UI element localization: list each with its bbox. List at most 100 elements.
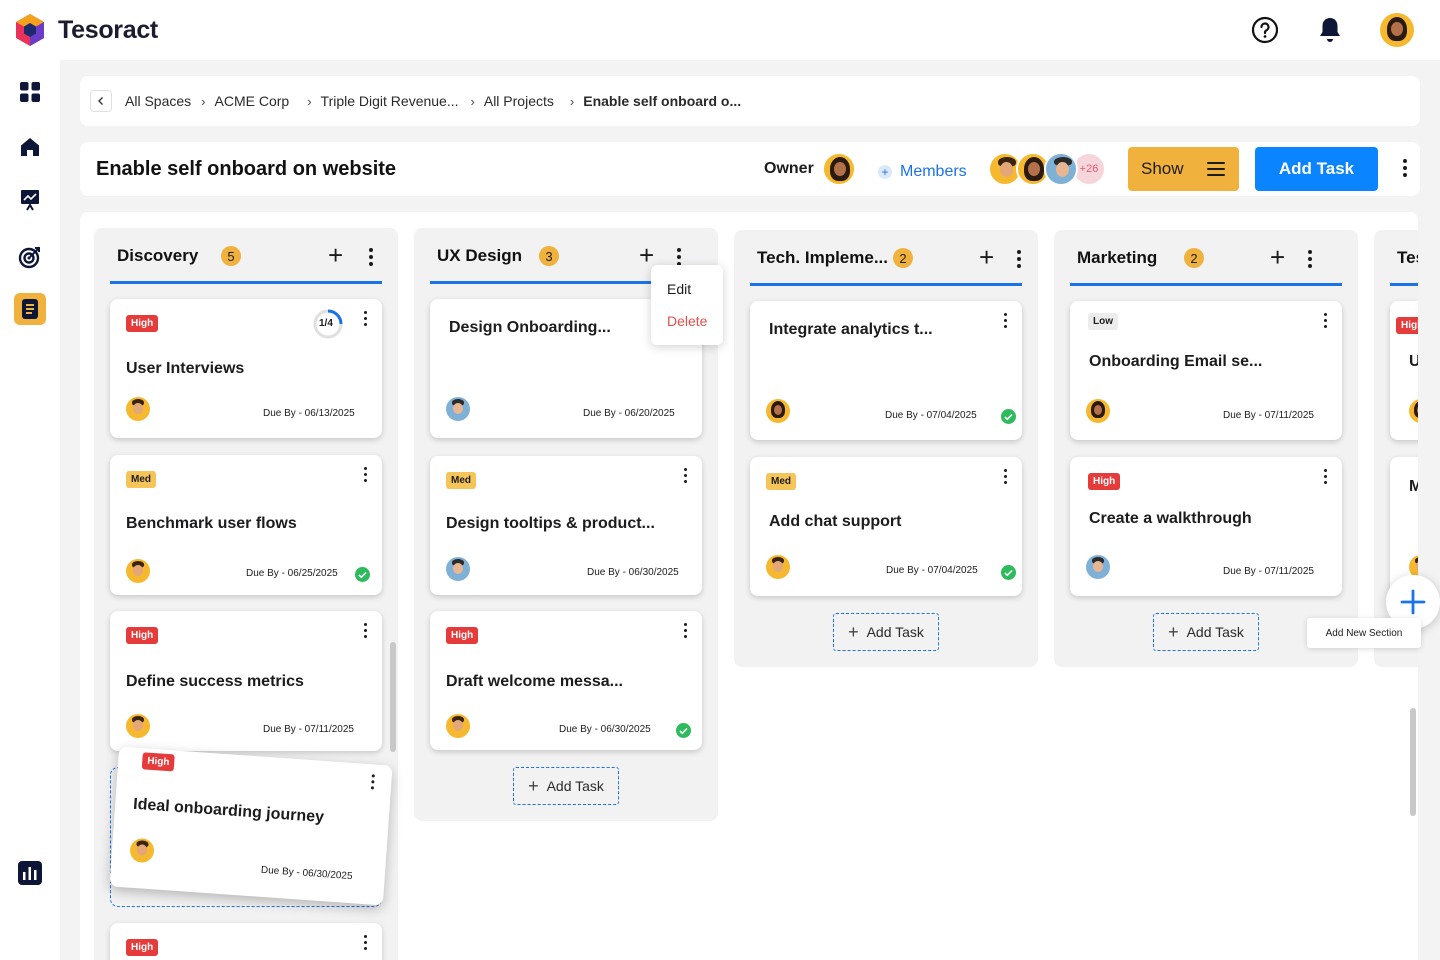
add-task-button[interactable]: + Add Task <box>1153 613 1259 651</box>
owner-avatar[interactable] <box>822 152 856 186</box>
chevron-right-icon: › <box>569 93 575 109</box>
assignee-avatar[interactable] <box>126 397 150 421</box>
owner-label: Owner <box>764 160 814 177</box>
home-icon[interactable] <box>14 131 46 163</box>
breadcrumb-item[interactable]: All Spaces <box>125 93 191 109</box>
assignee-avatar[interactable] <box>1086 399 1110 423</box>
breadcrumb-item[interactable]: All Projects <box>484 93 554 109</box>
card-more-button[interactable] <box>360 467 370 482</box>
column-header: Discovery 5 + <box>110 228 382 284</box>
assignee-avatar[interactable] <box>1409 399 1418 423</box>
column-title: UX Design <box>437 246 523 265</box>
card-title: Design Onboarding... <box>449 319 611 336</box>
breadcrumb-current: Enable self onboard o... <box>583 93 742 109</box>
task-card[interactable]: High <box>110 923 382 960</box>
column-title: Discovery <box>117 246 199 265</box>
add-task-label: Add Task <box>546 778 604 794</box>
analytics-icon[interactable] <box>14 857 46 889</box>
task-card[interactable]: High Draft welcome messa... Due By - 06/… <box>430 611 702 750</box>
assignee-avatar[interactable] <box>766 555 790 579</box>
add-card-icon[interactable]: + <box>1270 244 1285 270</box>
column-more-button[interactable] <box>674 248 684 266</box>
column-tech-implementation: Tech. Impleme... 2 + Integrate analytics… <box>734 230 1038 667</box>
assignee-avatar[interactable] <box>1086 555 1110 579</box>
card-more-button[interactable] <box>360 311 370 326</box>
task-card[interactable]: Med Benchmark user flows Due By - 06/25/… <box>110 455 382 595</box>
kebab-icon <box>1320 313 1330 328</box>
card-more-button[interactable] <box>1000 313 1010 328</box>
plus-icon: + <box>848 621 859 642</box>
bell-icon[interactable] <box>1314 14 1346 46</box>
task-card[interactable]: Integrate analytics t... Due By - 07/04/… <box>750 301 1022 440</box>
column-count-badge: 3 <box>539 246 559 266</box>
dragging-task-card[interactable]: High Ideal onboarding journey Due By - 0… <box>109 746 393 906</box>
card-more-button[interactable] <box>680 468 690 483</box>
due-date: Due By - 07/04/2025 <box>885 410 977 421</box>
app-logo[interactable]: Tesoract <box>14 12 158 48</box>
assignee-avatar[interactable] <box>446 557 470 581</box>
add-task-button[interactable]: Add Task <box>1255 147 1378 191</box>
menu-item-delete[interactable]: Delete <box>667 313 707 329</box>
column-more-button[interactable] <box>1014 250 1024 268</box>
column-count-badge: 5 <box>221 246 241 266</box>
assignee-avatar[interactable] <box>446 397 470 421</box>
assignee-avatar[interactable] <box>766 399 790 423</box>
column-scrollbar[interactable] <box>390 642 396 752</box>
task-card[interactable]: High 1/4 User Interviews Due By - 06/13/… <box>110 299 382 438</box>
card-more-button[interactable] <box>1000 469 1010 484</box>
header-more-button[interactable] <box>1400 159 1410 177</box>
column-title: Testin <box>1397 248 1418 267</box>
board-scrollbar[interactable] <box>1410 708 1416 816</box>
priority-tag: Low <box>1088 313 1118 330</box>
breadcrumb-item[interactable]: ACME Corp <box>215 93 290 109</box>
dashboard-icon[interactable] <box>14 76 46 108</box>
card-more-button[interactable] <box>1320 313 1330 328</box>
help-icon[interactable] <box>1249 14 1281 46</box>
column-header: Tech. Impleme... 2 + <box>750 230 1022 286</box>
add-card-icon[interactable]: + <box>328 242 343 268</box>
card-more-button[interactable] <box>367 774 378 790</box>
menu-item-edit[interactable]: Edit <box>667 281 691 297</box>
card-more-button[interactable] <box>360 623 370 638</box>
completed-check-icon <box>1001 409 1016 424</box>
assignee-avatar[interactable] <box>129 837 155 864</box>
card-more-button[interactable] <box>360 935 370 950</box>
add-task-button[interactable]: + Add Task <box>513 767 619 805</box>
app-name: Tesoract <box>58 15 158 44</box>
column-more-button[interactable] <box>1305 250 1315 268</box>
task-card[interactable]: Low Onboarding Email se... Due By - 07/1… <box>1070 301 1342 440</box>
task-card[interactable]: High Define success metrics Due By - 07/… <box>110 611 382 751</box>
priority-tag: Med <box>766 473 796 490</box>
breadcrumb-item[interactable]: Triple Digit Revenue... <box>321 93 459 109</box>
plus-icon: + <box>528 775 539 796</box>
task-card[interactable]: High Usa <box>1390 301 1418 440</box>
back-button[interactable] <box>90 90 112 112</box>
card-more-button[interactable] <box>1320 469 1330 484</box>
presentation-icon[interactable] <box>14 184 46 216</box>
column-more-button[interactable] <box>366 248 376 266</box>
breadcrumb: All Spaces › ACME Corp › Triple Digit Re… <box>80 76 1420 126</box>
assignee-avatar[interactable] <box>446 714 470 738</box>
user-avatar[interactable] <box>1380 13 1414 47</box>
plus-icon: + <box>878 165 892 179</box>
card-more-button[interactable] <box>680 623 690 638</box>
assignee-avatar[interactable] <box>126 559 150 583</box>
document-icon[interactable] <box>14 293 46 325</box>
assignee-avatar[interactable] <box>126 714 150 738</box>
add-card-icon[interactable]: + <box>979 244 994 270</box>
task-card[interactable]: Med Design tooltips & product... Due By … <box>430 456 702 595</box>
add-task-label: Add Task <box>1186 624 1244 640</box>
members-button[interactable]: + Members <box>878 163 967 181</box>
card-title: Define success metrics <box>126 673 304 690</box>
chevron-right-icon: › <box>307 93 312 109</box>
task-card[interactable]: Med Add chat support Due By - 07/04/2025 <box>750 457 1022 596</box>
member-avatar[interactable] <box>1044 152 1078 186</box>
add-card-icon[interactable]: + <box>639 242 654 268</box>
add-task-button[interactable]: + Add Task <box>833 613 939 651</box>
task-card[interactable]: High Create a walkthrough Due By - 07/11… <box>1070 457 1342 596</box>
show-button[interactable]: Show <box>1128 147 1239 191</box>
plus-icon: + <box>1168 621 1179 642</box>
target-icon[interactable] <box>14 241 46 273</box>
due-date: Due By - 07/11/2025 <box>263 724 354 735</box>
member-avatars[interactable]: +26 <box>988 152 1106 186</box>
